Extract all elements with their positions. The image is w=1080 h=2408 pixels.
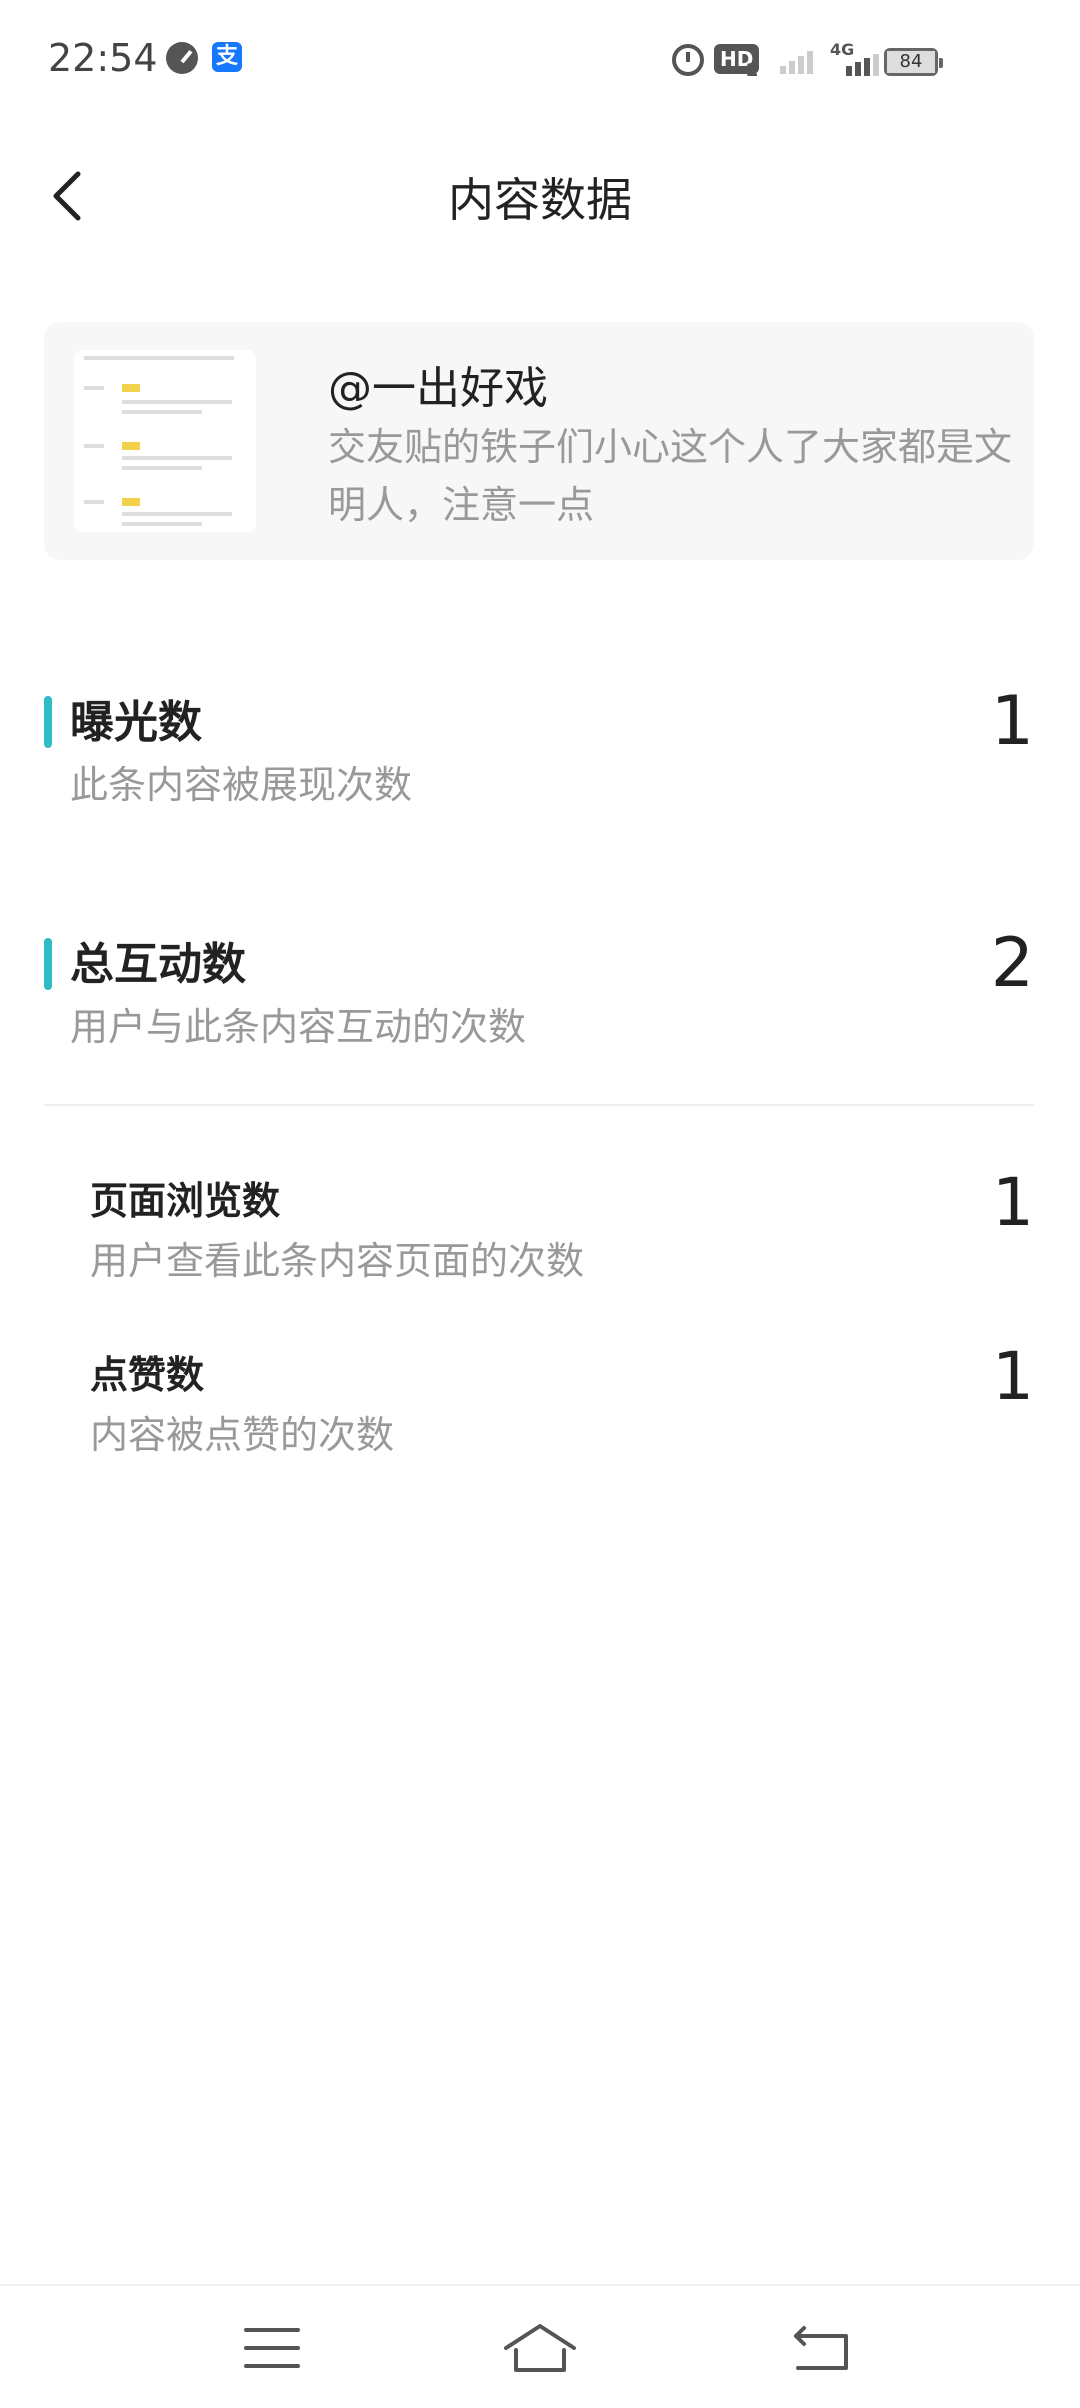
sub-metric-page-views: 页面浏览数 用户查看此条内容页面的次数 1 — [90, 1164, 1034, 1290]
battery-icon: 84 — [884, 48, 943, 76]
sub-metric-value: 1 — [992, 1164, 1034, 1241]
sub-metric-title: 点赞数 — [90, 1353, 205, 1397]
back-icon — [794, 2326, 848, 2370]
card-author: @一出好戏 — [328, 363, 548, 414]
metric-value: 1 — [990, 682, 1034, 761]
alipay-icon: 支 — [212, 42, 242, 72]
nav-menu-button[interactable] — [232, 2316, 312, 2380]
nav-home-button[interactable] — [500, 2316, 580, 2380]
network-type-label: 4G — [830, 40, 855, 59]
navigation-bar — [0, 2284, 1080, 2408]
metric-description: 用户与此条内容互动的次数 — [70, 1005, 527, 1049]
battery-level: 84 — [887, 51, 935, 73]
content-thumbnail — [74, 350, 256, 532]
metric-value: 2 — [990, 924, 1034, 1003]
metric-title: 总互动数 — [70, 939, 246, 990]
status-bar: 22:54 支 HD 2 4G 84 — [0, 0, 1080, 120]
metric-title: 曝光数 — [70, 697, 202, 748]
sub-metric-likes: 点赞数 内容被点赞的次数 1 — [90, 1338, 1034, 1464]
alarm-icon — [672, 44, 704, 76]
signal-icon — [780, 46, 820, 74]
sub-metric-title: 页面浏览数 — [90, 1179, 281, 1223]
metric-exposure: 曝光数 此条内容被展现次数 1 — [44, 682, 1034, 807]
metric-total-interactions: 总互动数 用户与此条内容互动的次数 2 — [44, 924, 1034, 1049]
sub-metric-value: 1 — [992, 1338, 1034, 1415]
page-title: 内容数据 — [448, 173, 632, 227]
home-icon — [504, 2324, 576, 2372]
metric-description: 此条内容被展现次数 — [70, 763, 413, 807]
sub-metric-description: 内容被点赞的次数 — [90, 1413, 395, 1457]
accent-bar — [44, 696, 52, 748]
menu-icon — [244, 2328, 300, 2368]
content-card[interactable]: @一出好戏 交友贴的铁子们小心这个人了大家都是文明人，注意一点 — [44, 322, 1034, 560]
nav-back-button[interactable] — [784, 2316, 864, 2380]
card-text: 交友贴的铁子们小心这个人了大家都是文明人，注意一点 — [328, 425, 1013, 527]
speedometer-icon — [166, 42, 198, 74]
hd-sub-label: 2 — [746, 60, 759, 81]
status-time: 22:54 — [48, 36, 158, 80]
divider — [44, 1104, 1034, 1106]
sub-metric-description: 用户查看此条内容页面的次数 — [90, 1239, 585, 1283]
accent-bar — [44, 938, 52, 990]
header: 内容数据 — [0, 140, 1080, 250]
